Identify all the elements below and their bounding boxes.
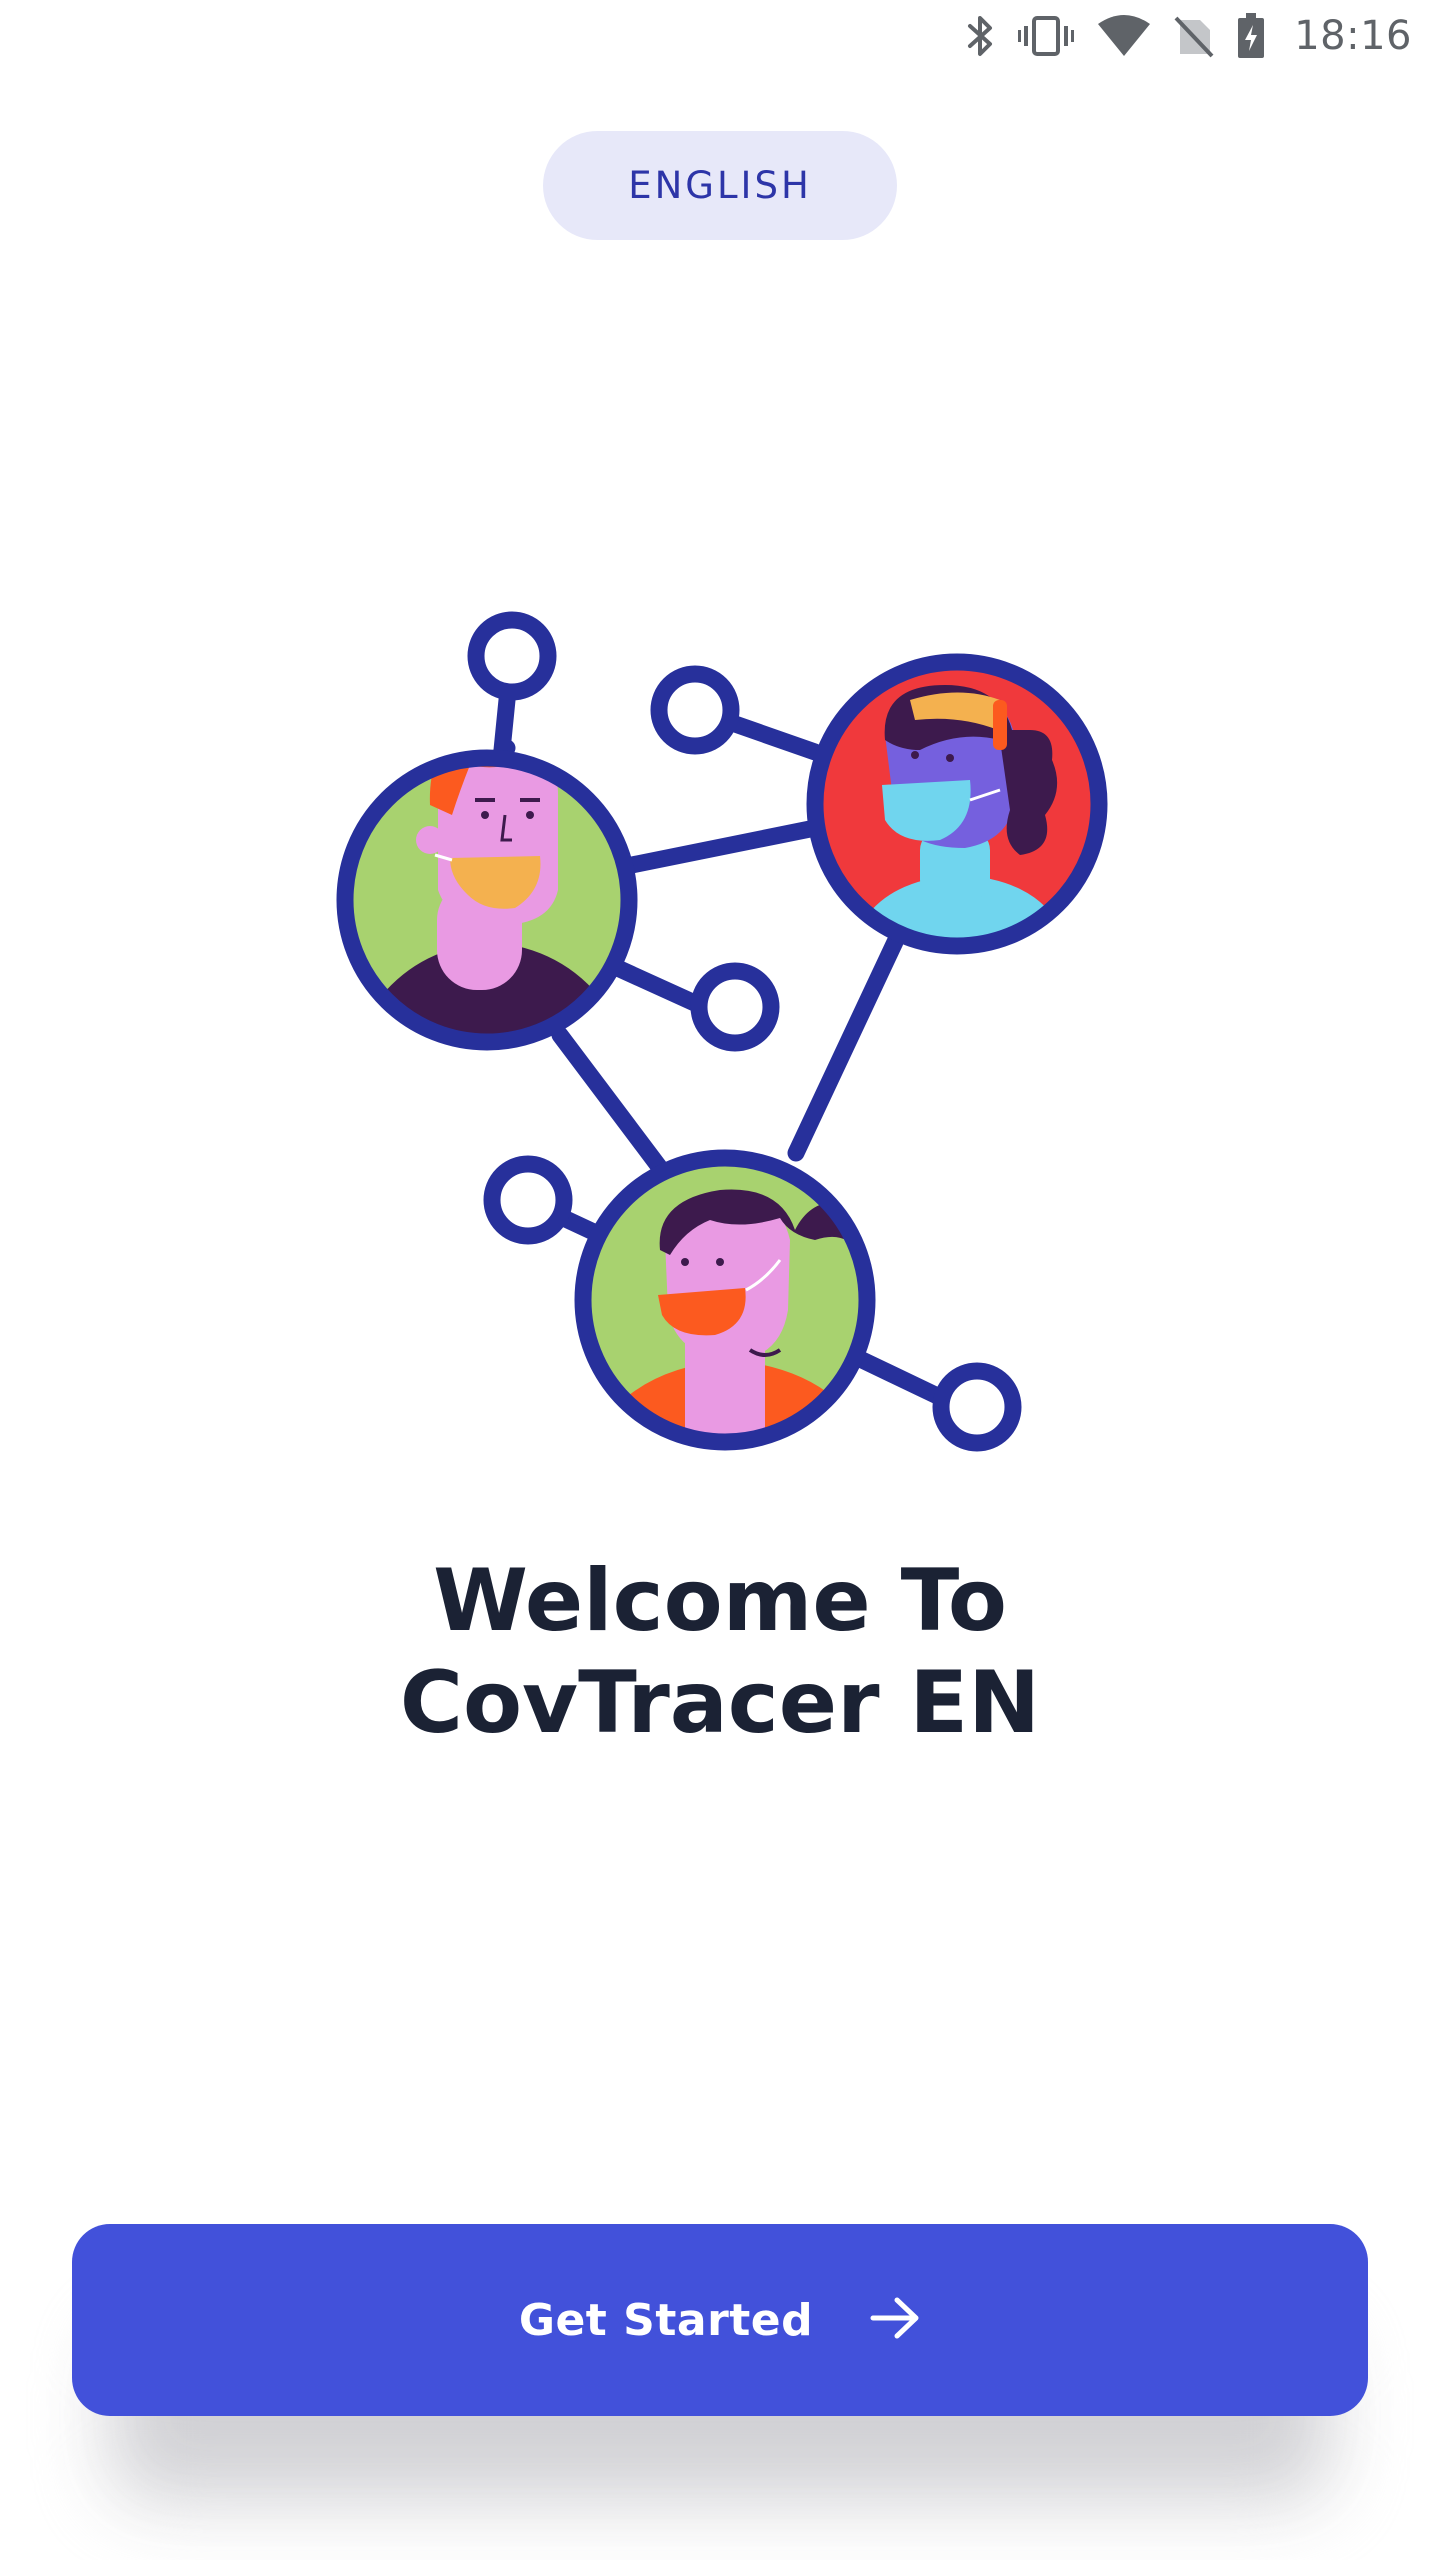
vibrate-icon	[1018, 14, 1075, 58]
avatar-woman-ponytail	[574, 1149, 876, 1451]
battery-charging-icon	[1236, 13, 1266, 59]
status-icons: 18:16	[966, 10, 1412, 62]
welcome-title: Welcome To CovTracer EN	[0, 1550, 1440, 1754]
no-sim-icon	[1174, 14, 1214, 58]
language-selector-button[interactable]: ENGLISH	[543, 131, 897, 240]
arrow-right-icon	[869, 2295, 921, 2345]
status-bar: 18:16	[0, 0, 1440, 72]
get-started-label: Get Started	[518, 2294, 814, 2346]
avatar-woman-purple	[806, 653, 1108, 955]
wifi-icon	[1096, 14, 1152, 58]
welcome-title-line1: Welcome To	[433, 1551, 1007, 1651]
node-small	[467, 611, 557, 701]
get-started-button[interactable]: Get Started	[72, 2224, 1368, 2416]
language-label: ENGLISH	[628, 164, 812, 207]
status-time: 18:16	[1294, 13, 1412, 59]
avatar-man-orange-hair	[336, 749, 638, 1051]
welcome-title-line2: CovTracer EN	[399, 1653, 1041, 1753]
bluetooth-icon	[966, 14, 996, 58]
network-illustration	[336, 611, 1108, 1452]
